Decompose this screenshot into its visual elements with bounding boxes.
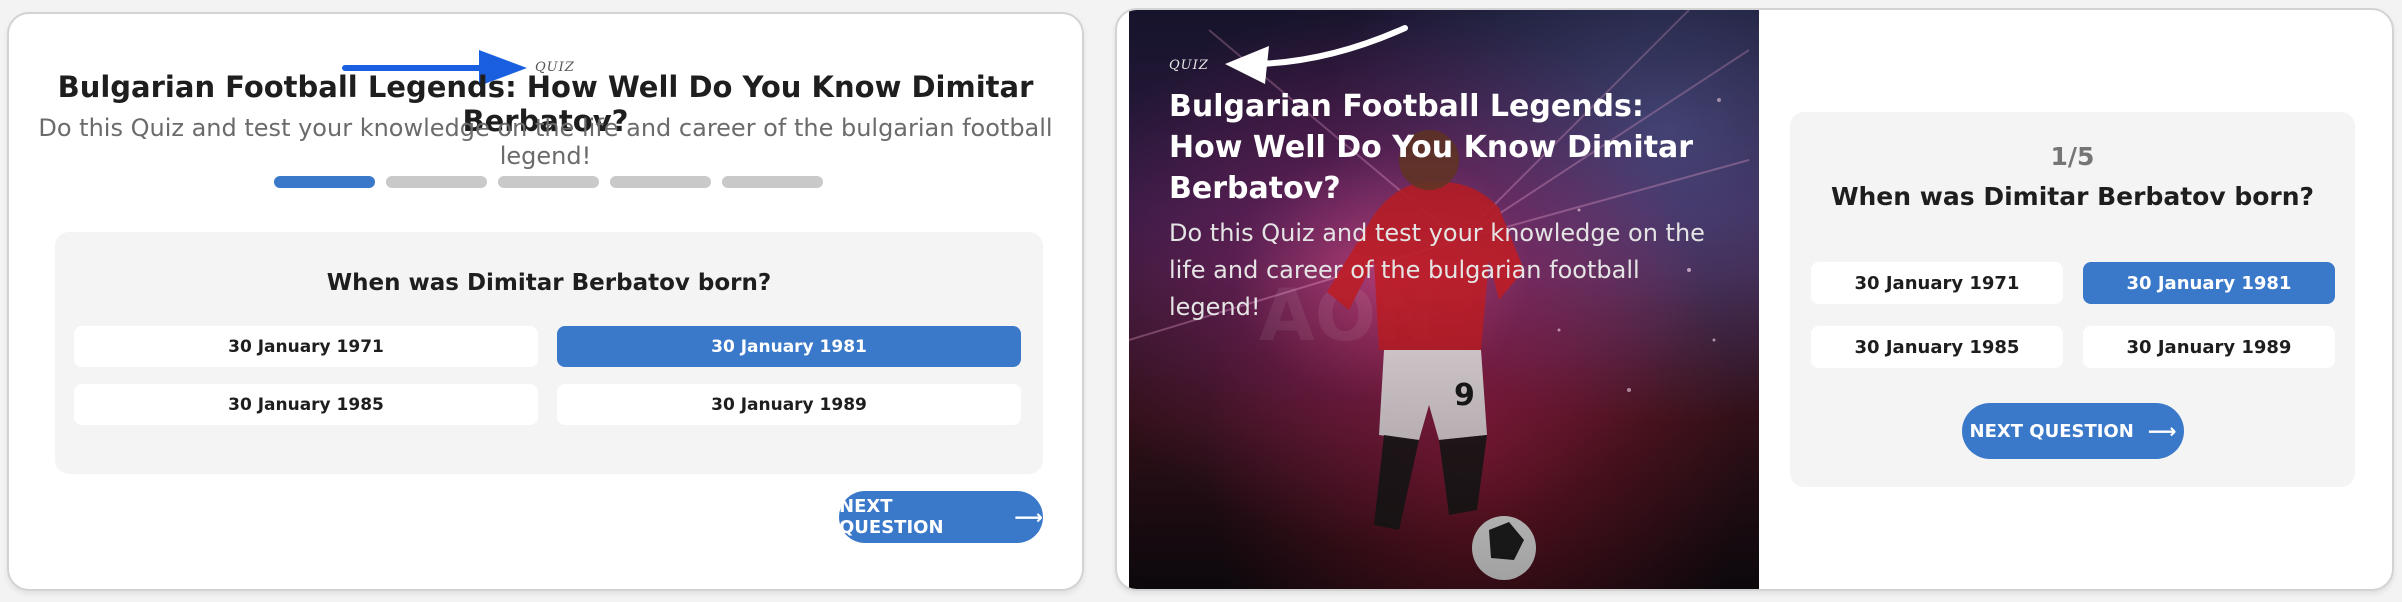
progress-bar xyxy=(274,176,823,188)
answer-option[interactable]: 30 January 1971 xyxy=(74,326,538,367)
hero-image: AON 9 xyxy=(1129,10,1759,589)
next-question-button[interactable]: NEXT QUESTION ⟶ xyxy=(1962,403,2184,459)
arrow-right-icon: ⟶ xyxy=(2147,419,2177,443)
question-counter: 1/5 xyxy=(2050,142,2095,171)
quiz-card-layout-b: AON 9 xyxy=(1115,8,2394,591)
question-panel: 1/5 When was Dimitar Berbatov born? 30 J… xyxy=(1790,112,2355,487)
next-question-button[interactable]: NEXT QUESTION ⟶ xyxy=(839,491,1043,543)
progress-segment xyxy=(610,176,711,188)
next-question-label: NEXT QUESTION xyxy=(1969,420,2134,442)
question-panel: When was Dimitar Berbatov born? 30 Janua… xyxy=(55,232,1043,474)
question-text: When was Dimitar Berbatov born? xyxy=(326,270,772,296)
quiz-title: Bulgarian Football Legends: How Well Do … xyxy=(1169,89,1694,206)
answer-option[interactable]: 30 January 1985 xyxy=(74,384,538,425)
answer-option[interactable]: 30 January 1989 xyxy=(557,384,1021,425)
progress-segment xyxy=(498,176,599,188)
answer-option-selected[interactable]: 30 January 1981 xyxy=(557,326,1021,367)
next-question-label: NEXT QUESTION xyxy=(839,496,944,538)
arrow-right-icon: ⟶ xyxy=(1014,505,1043,529)
quiz-card-layout-a: QUIZ Bulgarian Football Legends: How Wel… xyxy=(7,12,1084,591)
answer-option-selected[interactable]: 30 January 1981 xyxy=(2083,262,2335,304)
quiz-logo: QUIZ xyxy=(1169,58,1209,73)
quiz-description: Do this Quiz and test your knowledge on … xyxy=(38,114,1053,170)
progress-segment xyxy=(386,176,487,188)
answer-option[interactable]: 30 January 1989 xyxy=(2083,326,2335,368)
progress-segment xyxy=(722,176,823,188)
question-text: When was Dimitar Berbatov born? xyxy=(1830,182,2315,211)
answer-option[interactable]: 30 January 1985 xyxy=(1811,326,2063,368)
answer-option[interactable]: 30 January 1971 xyxy=(1811,262,2063,304)
progress-segment xyxy=(274,176,375,188)
quiz-description: Do this Quiz and test your knowledge on … xyxy=(1169,219,1705,321)
